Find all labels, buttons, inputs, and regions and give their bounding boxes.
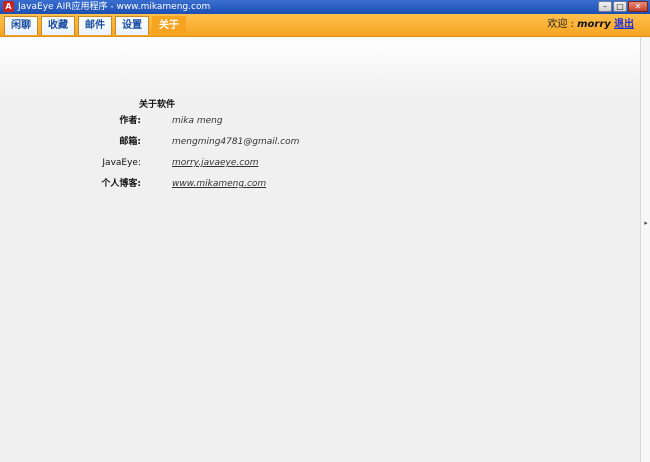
tab-about[interactable]: 关于 xyxy=(152,16,186,36)
blog-row: 个人博客: www.mikameng.com xyxy=(0,177,640,191)
tab-mail[interactable]: 邮件 xyxy=(78,16,112,35)
window-controls: – □ ✕ xyxy=(598,1,648,12)
chevron-right-icon: ▸ xyxy=(644,220,648,227)
about-panel: 关于软件 作者: mika meng 邮箱: mengming4781@gmai… xyxy=(0,37,640,462)
vertical-scrollbar[interactable]: ▸ xyxy=(640,37,650,462)
author-label: 作者: xyxy=(119,116,141,126)
close-button[interactable]: ✕ xyxy=(628,1,648,12)
adobe-air-icon: A xyxy=(3,1,14,12)
tab-settings[interactable]: 设置 xyxy=(115,16,149,35)
tab-chat[interactable]: 闲聊 xyxy=(4,16,38,35)
minimize-button[interactable]: – xyxy=(598,1,612,12)
javaeye-label: JavaEye: xyxy=(102,158,141,168)
email-value: mengming4781@gmail.com xyxy=(172,137,300,147)
author-row: 作者: mika meng xyxy=(0,114,640,128)
tab-favorites[interactable]: 收藏 xyxy=(41,16,75,35)
javaeye-row: JavaEye: morry.javaeye.com xyxy=(0,156,640,170)
blog-label: 个人博客: xyxy=(101,179,141,189)
about-title: 关于软件 xyxy=(139,100,176,110)
window-title: JavaEye AIR应用程序 - www.mikameng.com xyxy=(18,2,211,12)
window-title-bar[interactable]: A JavaEye AIR应用程序 - www.mikameng.com – □… xyxy=(0,0,650,14)
email-row: 邮箱: mengming4781@gmail.com xyxy=(0,135,640,149)
author-value: mika meng xyxy=(172,116,223,126)
welcome-label: 欢迎 : xyxy=(547,19,574,30)
tab-list: 闲聊 收藏 邮件 设置 关于 xyxy=(4,16,186,36)
blog-link[interactable]: www.mikameng.com xyxy=(172,177,266,191)
tab-bar: 闲聊 收藏 邮件 设置 关于 欢迎 : morry 退出 xyxy=(0,14,650,37)
email-label: 邮箱: xyxy=(119,137,141,147)
welcome-area: 欢迎 : morry 退出 xyxy=(547,18,634,32)
javaeye-link[interactable]: morry.javaeye.com xyxy=(172,156,259,170)
maximize-button[interactable]: □ xyxy=(613,1,627,12)
username: morry xyxy=(577,19,611,30)
logout-link[interactable]: 退出 xyxy=(614,19,634,30)
